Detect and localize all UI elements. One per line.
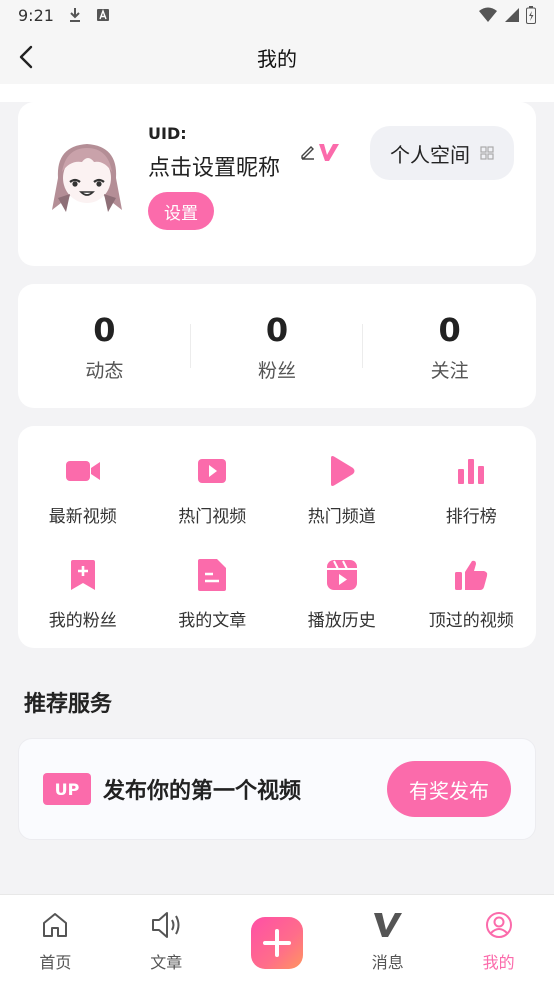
promo-card: UP 发布你的第一个视频 有奖发布 (18, 738, 536, 840)
tab-label: 消息 (371, 953, 404, 972)
publish-reward-button[interactable]: 有奖发布 (387, 761, 511, 817)
plus-icon (250, 917, 303, 969)
clapperboard-icon (323, 556, 361, 594)
page-title: 我的 (257, 46, 297, 71)
settings-button[interactable]: 设置 (148, 192, 214, 230)
signal-icon (505, 8, 519, 22)
menu-label: 热门频道 (307, 507, 376, 527)
bar-chart-icon (452, 452, 490, 490)
uid-label: UID: (148, 124, 187, 143)
video-camera-icon (64, 452, 102, 490)
speaker-icon (150, 909, 182, 941)
play-box-icon (193, 452, 231, 490)
personal-space-label: 个人空间 (390, 142, 470, 167)
play-triangle-icon (323, 452, 361, 490)
promo-text: 发布你的第一个视频 (103, 779, 302, 804)
tab-mine[interactable]: 我的 (443, 895, 554, 984)
nickname[interactable]: 点击设置昵称 (148, 150, 280, 182)
keyboard-a-icon (96, 9, 109, 21)
stat-label: 动态 (85, 359, 124, 382)
menu-label: 我的粉丝 (48, 611, 117, 631)
stat-posts[interactable]: 0 动态 (18, 284, 191, 408)
avatar[interactable] (48, 138, 126, 216)
stat-label: 关注 (430, 359, 469, 382)
wifi-icon (479, 7, 497, 22)
stats-card: 0 动态 0 粉丝 0 关注 (18, 284, 536, 408)
tab-label: 首页 (39, 953, 72, 972)
navbar: 我的 (0, 30, 554, 84)
v-badge-icon (319, 144, 339, 161)
tab-messages[interactable]: 消息 (332, 895, 443, 984)
menu-grid: 最新视频 热门视频 热门频道 排行榜 我的粉丝 我的文章 播放历史 顶过的视频 (18, 426, 536, 648)
back-arrow-icon[interactable] (14, 44, 40, 70)
profile-card: UID: 点击设置昵称 设置 个人空间 (18, 102, 536, 266)
thumbs-up-icon (452, 556, 490, 594)
user-circle-icon (483, 909, 515, 941)
stat-value: 0 (438, 310, 461, 349)
menu-label: 我的文章 (178, 611, 247, 631)
tab-add[interactable] (222, 895, 333, 984)
up-tag: UP (43, 773, 91, 805)
menu-item-liked-videos[interactable]: 顶过的视频 (407, 542, 537, 646)
menu-item-hot-videos[interactable]: 热门视频 (148, 438, 278, 542)
edit-pencil-icon[interactable] (300, 144, 316, 160)
bookmark-plus-icon (64, 556, 102, 594)
bottom-tab-bar: 首页 文章 消息 我的 (0, 894, 554, 984)
status-time: 9:21 (18, 5, 54, 25)
personal-space-button[interactable]: 个人空间 (370, 126, 514, 180)
battery-icon (526, 6, 536, 24)
tab-label: 文章 (150, 953, 183, 972)
home-icon (39, 909, 71, 941)
stat-following[interactable]: 0 关注 (363, 284, 536, 408)
stat-value: 0 (265, 310, 289, 349)
tab-home[interactable]: 首页 (0, 895, 111, 984)
section-title: 推荐服务 (24, 692, 113, 717)
menu-label: 排行榜 (445, 507, 497, 527)
grid-icon (480, 146, 494, 160)
stat-fans[interactable]: 0 粉丝 (191, 284, 364, 408)
stat-value: 0 (93, 310, 116, 349)
tab-articles[interactable]: 文章 (111, 895, 222, 984)
menu-item-my-fans[interactable]: 我的粉丝 (18, 542, 148, 646)
document-icon (193, 556, 231, 594)
download-icon (69, 8, 80, 22)
stat-label: 粉丝 (258, 359, 297, 382)
v-logo-icon (372, 909, 404, 941)
menu-item-my-articles[interactable]: 我的文章 (148, 542, 278, 646)
status-bar: 9:21 (0, 0, 554, 30)
tab-label: 我的 (482, 953, 515, 972)
menu-label: 最新视频 (48, 507, 117, 527)
menu-item-play-history[interactable]: 播放历史 (277, 542, 407, 646)
menu-label: 热门视频 (178, 507, 247, 527)
menu-item-hot-channels[interactable]: 热门频道 (277, 438, 407, 542)
menu-label: 顶过的视频 (428, 611, 514, 631)
menu-item-rankings[interactable]: 排行榜 (407, 438, 537, 542)
menu-item-latest-videos[interactable]: 最新视频 (18, 438, 148, 542)
menu-label: 播放历史 (307, 611, 376, 631)
